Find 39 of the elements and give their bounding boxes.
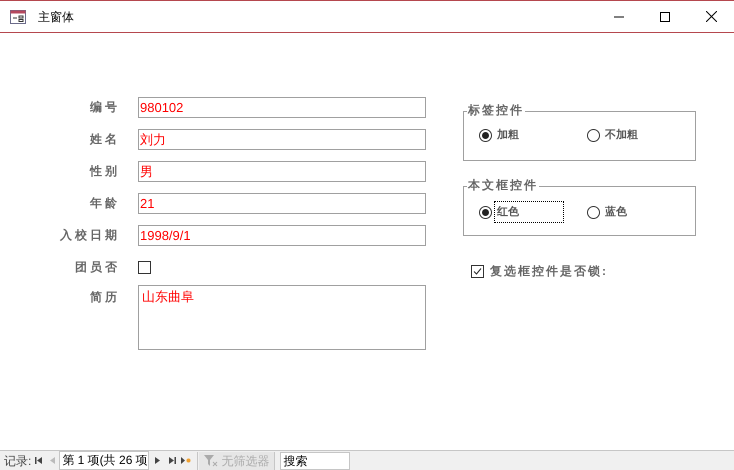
record-position-field[interactable]: 第 1 项(共 26 项 bbox=[59, 451, 150, 470]
text-field[interactable]: 刘力 bbox=[138, 128, 426, 150]
field-label: 年龄 bbox=[88, 195, 120, 212]
window-title: 主窗体 bbox=[38, 8, 74, 26]
field-label: 编号 bbox=[88, 99, 120, 116]
checkbox[interactable] bbox=[471, 264, 484, 278]
field-label: 入校日期 bbox=[59, 227, 120, 244]
checkbox[interactable] bbox=[138, 260, 151, 274]
field-label: 简历 bbox=[89, 289, 120, 306]
field-label: 性别 bbox=[88, 163, 120, 180]
group-title: 本文框控件 bbox=[467, 178, 539, 192]
radio-label: 红色 bbox=[494, 201, 564, 223]
text-field[interactable]: 980102 bbox=[138, 96, 426, 118]
record-label: 记录: bbox=[4, 452, 32, 470]
radio-button[interactable] bbox=[587, 128, 600, 142]
text-area[interactable]: 山东曲阜 bbox=[138, 285, 426, 350]
close-icon bbox=[706, 11, 716, 22]
last-record-icon bbox=[168, 457, 176, 464]
maximize-icon bbox=[660, 12, 670, 22]
radio-button[interactable] bbox=[587, 206, 600, 218]
text-field[interactable]: 男 bbox=[138, 160, 426, 182]
radio-label: 加粗 bbox=[496, 128, 520, 143]
group-title: 标签控件 bbox=[467, 103, 525, 117]
field-label: 团员否 bbox=[74, 259, 120, 276]
radio-label: 蓝色 bbox=[604, 204, 628, 220]
text-field[interactable]: 21 bbox=[138, 192, 426, 214]
text-field[interactable]: 1998/9/1 bbox=[138, 224, 426, 246]
search-field[interactable]: 搜索 bbox=[280, 452, 350, 470]
field-label: 姓名 bbox=[88, 131, 120, 148]
checkbox-label: 复选框控件是否锁: bbox=[490, 263, 608, 280]
first-record-icon bbox=[34, 457, 42, 464]
radio-button[interactable] bbox=[479, 206, 492, 218]
new-record-icon bbox=[181, 456, 192, 465]
filter-icon bbox=[204, 454, 218, 466]
previous-arrow-icon bbox=[50, 457, 55, 464]
radio-button[interactable] bbox=[479, 128, 492, 142]
form-icon bbox=[10, 10, 26, 24]
next-arrow-icon bbox=[154, 457, 160, 464]
radio-label: 不加粗 bbox=[604, 128, 639, 143]
